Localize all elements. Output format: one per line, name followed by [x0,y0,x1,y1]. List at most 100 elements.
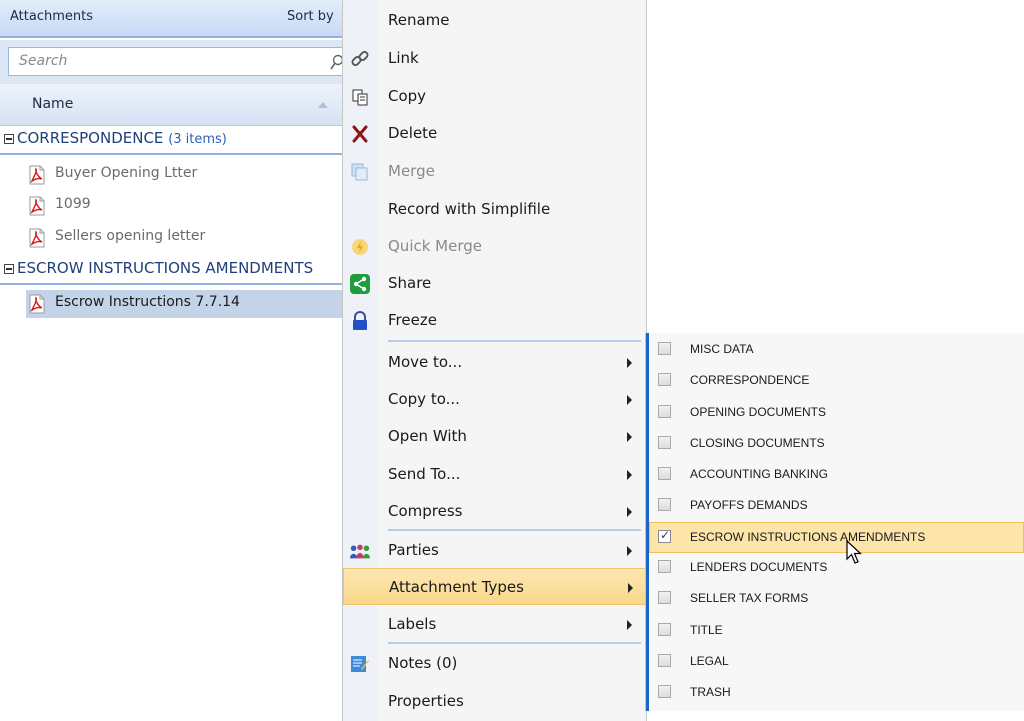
attachments-panel: Attachments Sort by Name CORRESPONDENCE … [0,0,344,721]
menu-item-label: Move to... [388,353,463,371]
group-label: ESCROW INSTRUCTIONS AMENDMENTS [17,259,314,277]
menu-separator [388,529,641,531]
copy-icon [349,86,371,108]
checkbox[interactable] [658,405,671,418]
menu-item-merge[interactable]: Merge [343,153,646,190]
menu-item-move-to[interactable]: Move to... [343,344,646,381]
checkbox[interactable] [658,623,671,636]
submenu-item-accounting-banking[interactable]: ACCOUNTING BANKING [650,460,1024,491]
submenu-item-legal[interactable]: LEGAL [650,647,1024,678]
submenu-item-opening-documents[interactable]: OPENING DOCUMENTS [650,398,1024,429]
menu-item-parties[interactable]: Parties [343,532,646,569]
menu-item-notes[interactable]: Notes (0) [343,645,646,682]
link-icon [349,48,371,70]
submenu-item-correspondence[interactable]: CORRESPONDENCE [650,366,1024,397]
checkbox[interactable] [658,467,671,480]
pdf-file-icon [29,165,45,185]
file-name: Sellers opening letter [55,228,206,244]
submenu-item-label: PAYOFFS DEMANDS [690,498,808,512]
menu-item-labels[interactable]: Labels [343,606,646,643]
collapse-icon[interactable] [4,134,14,144]
submenu-arrow-icon [628,583,633,593]
submenu-item-label: TRASH [690,685,731,699]
submenu-item-misc-data[interactable]: MISC DATA [650,335,1024,366]
search-box[interactable] [8,47,344,76]
checkbox-checked[interactable] [658,528,671,543]
submenu-item-title[interactable]: TITLE [650,616,1024,647]
menu-separator [388,340,641,342]
checkbox[interactable] [658,373,671,386]
submenu-item-closing-documents[interactable]: CLOSING DOCUMENTS [650,429,1024,460]
submenu-arrow-icon [627,432,632,442]
menu-item-compress[interactable]: Compress [343,493,646,530]
menu-item-link[interactable]: Link [343,40,646,77]
menu-item-label: Compress [388,502,463,520]
pdf-file-icon [29,196,45,216]
column-header-name[interactable]: Name [0,84,343,126]
submenu-item-seller-tax-forms[interactable]: SELLER TAX FORMS [650,584,1024,615]
submenu-item-label: CORRESPONDENCE [690,373,810,387]
lightning-icon [349,236,371,258]
checkbox[interactable] [658,560,671,573]
menu-item-label: Open With [388,427,467,445]
sort-ascending-icon [318,102,328,108]
sort-by-button[interactable]: Sort by [287,9,334,24]
checkbox[interactable] [658,342,671,355]
submenu-item-label: LENDERS DOCUMENTS [690,560,828,574]
file-row-selected[interactable]: Escrow Instructions 7.7.14 [26,290,343,318]
menu-item-label: Copy to... [388,390,460,408]
menu-item-copy[interactable]: Copy [343,78,646,115]
menu-item-label: Properties [388,692,464,710]
group-label: CORRESPONDENCE (3 items) [17,129,227,147]
menu-item-record-with-simplifile[interactable]: Record with Simplifile [343,191,646,228]
file-row[interactable]: 1099 [26,192,343,220]
menu-item-copy-to[interactable]: Copy to... [343,381,646,418]
file-name: Escrow Instructions 7.7.14 [55,294,240,310]
group-escrow-instructions[interactable]: ESCROW INSTRUCTIONS AMENDMENTS [0,256,343,285]
merge-icon [349,161,371,183]
menu-item-label: Labels [388,615,437,633]
checkbox[interactable] [658,685,671,698]
menu-item-send-to[interactable]: Send To... [343,456,646,493]
menu-item-delete[interactable]: Delete [343,115,646,152]
group-correspondence[interactable]: CORRESPONDENCE (3 items) [0,126,343,155]
submenu-arrow-icon [627,620,632,630]
checkbox[interactable] [658,591,671,604]
checkbox[interactable] [658,436,671,449]
submenu-item-label: OPENING DOCUMENTS [690,405,827,419]
file-name: Buyer Opening Ltter [55,165,198,181]
menu-item-quick-merge[interactable]: Quick Merge [343,228,646,265]
notes-icon [349,653,371,675]
file-name: 1099 [55,196,91,212]
submenu-item-lenders-documents[interactable]: LENDERS DOCUMENTS [650,553,1024,584]
menu-item-share[interactable]: Share [343,265,646,302]
menu-item-attachment-types[interactable]: Attachment Types [343,568,646,605]
menu-item-properties[interactable]: Properties [343,683,646,720]
submenu-item-payoffs-demands[interactable]: PAYOFFS DEMANDS [650,491,1024,522]
checkbox[interactable] [658,498,671,511]
submenu-arrow-icon [627,395,632,405]
menu-item-rename[interactable]: Rename [343,2,646,39]
submenu-item-escrow-instructions-amendments[interactable]: ESCROW INSTRUCTIONS AMENDMENTS [649,522,1024,553]
collapse-icon[interactable] [4,264,14,274]
submenu-item-label: TITLE [690,623,723,637]
panel-title: Attachments [10,9,93,24]
search-input[interactable] [19,53,319,69]
submenu-item-trash[interactable]: TRASH [650,678,1024,709]
checkbox[interactable] [658,654,671,667]
file-row[interactable]: Buyer Opening Ltter [26,161,343,189]
menu-item-label: Rename [388,11,450,29]
menu-item-open-with[interactable]: Open With [343,418,646,455]
pdf-file-icon [29,228,45,248]
share-icon [349,273,371,295]
pdf-file-icon [29,294,45,314]
menu-item-label: Quick Merge [388,237,483,255]
menu-item-freeze[interactable]: Freeze [343,302,646,339]
file-row[interactable]: Sellers opening letter [26,224,343,252]
lock-icon [349,310,371,332]
people-icon [349,540,371,562]
submenu-item-label: ACCOUNTING BANKING [690,467,829,481]
column-name-label: Name [32,96,74,112]
menu-item-label: Record with Simplifile [388,200,551,218]
submenu-arrow-icon [627,470,632,480]
